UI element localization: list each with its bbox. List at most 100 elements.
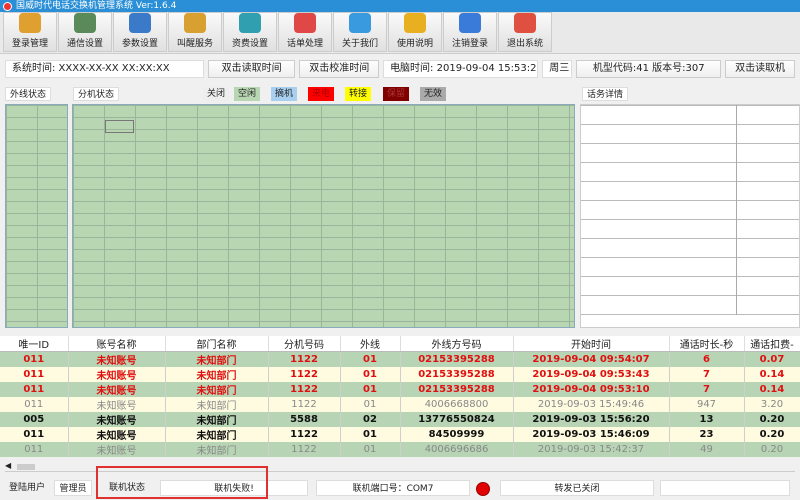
table-cell: 0.07 xyxy=(744,351,800,367)
toolbar-button-2[interactable]: 参数设置 xyxy=(113,12,167,52)
trunk-grid[interactable] xyxy=(5,104,68,328)
forward-status: 转发已关闭 xyxy=(500,480,654,496)
toolbar-label: 使用说明 xyxy=(396,39,433,49)
table-cell: 1122 xyxy=(268,397,341,412)
tab-extension-status[interactable]: 分机状态 xyxy=(73,87,120,101)
table-cell: 011 xyxy=(0,442,69,457)
table-cell: 01 xyxy=(340,382,401,397)
table-cell: 2019-09-03 15:49:46 xyxy=(513,397,670,412)
table-cell: 未知账号 xyxy=(68,382,166,397)
table-cell: 2019-09-04 09:53:10 xyxy=(513,382,670,397)
extension-grid[interactable] xyxy=(72,104,575,328)
column-header[interactable]: 外线 xyxy=(340,336,401,352)
bill-icon xyxy=(294,13,316,33)
toolbar-label: 参数设置 xyxy=(121,39,158,49)
read-model-button[interactable]: 双击读取机 xyxy=(725,60,796,78)
legend-4: 转接 xyxy=(345,87,372,101)
table-cell: 未知部门 xyxy=(165,442,269,457)
info-bar: 系统时间: XXXX-XX-XX XX:XX:XX 双击读取时间 双击校准时间 … xyxy=(0,58,800,80)
table-cell: 011 xyxy=(0,427,69,442)
table-cell: 23 xyxy=(669,427,745,442)
table-cell: 未知部门 xyxy=(165,367,269,382)
call-records-table: 唯一ID 账号名称 部门名称 分机号码 外线 外线方号码 开始时间 通话时长-秒 通话扣费- 01… xyxy=(0,336,800,457)
table-cell: 1122 xyxy=(268,351,341,367)
table-cell: 0.20 xyxy=(744,442,800,457)
toolbar-button-4[interactable]: 资费设置 xyxy=(223,12,277,52)
table-cell: 5588 xyxy=(268,412,341,427)
power-icon xyxy=(514,13,536,33)
toolbar-button-9[interactable]: 退出系统 xyxy=(498,12,552,52)
port: 联机端口号：COM7 xyxy=(316,480,470,496)
toolbar-button-7[interactable]: 使用说明 xyxy=(388,12,442,52)
column-header[interactable]: 通话时长-秒 xyxy=(669,336,745,352)
column-header[interactable]: 部门名称 xyxy=(165,336,269,352)
toolbar-button-5[interactable]: 话单处理 xyxy=(278,12,332,52)
table-cell: 0.20 xyxy=(744,412,800,427)
app-logo-icon xyxy=(3,2,12,11)
calibrate-time-button[interactable]: 双击校准时间 xyxy=(299,60,380,78)
toolbar-button-8[interactable]: 注销登录 xyxy=(443,12,497,52)
table-cell: 7 xyxy=(669,382,745,397)
call-detail-panel xyxy=(580,104,800,328)
legend-5: 保留 xyxy=(383,87,410,101)
table-cell: 2019-09-03 15:56:20 xyxy=(513,412,670,427)
table-cell: 1122 xyxy=(268,442,341,457)
monitor-gear-icon xyxy=(129,13,151,33)
table-row[interactable]: 011 未知账号 未知部门 1122 01 4006668800 2019-09-03 15… xyxy=(0,397,800,412)
toolbar-button-6[interactable]: 关于我们 xyxy=(333,12,387,52)
table-row[interactable]: 011 未知账号 未知部门 1122 01 02153395288 2019-09-04 0… xyxy=(0,367,800,382)
toolbar-button-0[interactable]: 登录管理 xyxy=(3,12,57,52)
table-cell: 未知账号 xyxy=(68,427,166,442)
scroll-left-icon[interactable]: ◀ xyxy=(5,461,11,470)
table-cell: 2019-09-04 09:53:43 xyxy=(513,367,670,382)
selected-cell[interactable] xyxy=(105,120,134,133)
tab-call-detail[interactable]: 话务详情 xyxy=(582,87,629,101)
table-cell: 49 xyxy=(669,442,745,457)
table-cell: 02153395288 xyxy=(400,382,514,397)
column-header[interactable]: 分机号码 xyxy=(268,336,341,352)
info-icon xyxy=(349,13,371,33)
table-cell: 7 xyxy=(669,367,745,382)
table-cell: 1122 xyxy=(268,367,341,382)
toolbar-button-3[interactable]: 叫醒服务 xyxy=(168,12,222,52)
table-cell: 未知账号 xyxy=(68,367,166,382)
logout-icon xyxy=(459,13,481,33)
table-cell: 02153395288 xyxy=(400,367,514,382)
column-header[interactable]: 账号名称 xyxy=(68,336,166,352)
table-cell: 6 xyxy=(669,351,745,367)
connection-indicator xyxy=(476,482,490,496)
column-header[interactable]: 唯一ID xyxy=(0,336,69,352)
table-cell: 01 xyxy=(340,351,401,367)
table-cell: 未知账号 xyxy=(68,397,166,412)
title-bar: 国威时代电话交换机管理系统 Ver:1.6.4 xyxy=(0,0,800,12)
table-row[interactable]: 011 未知账号 未知部门 1122 01 4006696686 2019-09-03 15… xyxy=(0,442,800,457)
table-cell: 2019-09-03 15:46:09 xyxy=(513,427,670,442)
table-cell: 13776550824 xyxy=(400,412,514,427)
login-user-label: 登陆用户 xyxy=(8,483,45,493)
table-row[interactable]: 011 未知账号 未知部门 1122 01 02153395288 2019-09-04 0… xyxy=(0,351,800,367)
tab-trunk-status[interactable]: 外线状态 xyxy=(5,87,52,101)
model-version[interactable]: 机型代码:41 版本号:307 xyxy=(576,60,722,78)
table-row[interactable]: 005 未知账号 未知部门 5588 02 13776550824 2019-09-03 1… xyxy=(0,412,800,427)
column-header[interactable]: 外线方号码 xyxy=(400,336,514,352)
table-row[interactable]: 011 未知账号 未知部门 1122 01 84509999 2019-09-03 15:4… xyxy=(0,427,800,442)
toolbar-label: 通信设置 xyxy=(66,39,103,49)
system-time: 系统时间: XXXX-XX-XX XX:XX:XX xyxy=(5,60,204,78)
table-row[interactable]: 011 未知账号 未知部门 1122 01 02153395288 2019-09-04 0… xyxy=(0,382,800,397)
legend-2: 摘机 xyxy=(271,87,298,101)
column-header[interactable]: 通话扣费- xyxy=(744,336,800,352)
table-cell: 1122 xyxy=(268,427,341,442)
column-header[interactable]: 开始时间 xyxy=(513,336,670,352)
toolbar-label: 关于我们 xyxy=(341,39,378,49)
table-cell: 1122 xyxy=(268,382,341,397)
table-cell: 84509999 xyxy=(400,427,514,442)
table-cell: 0.14 xyxy=(744,367,800,382)
table-cell: 未知部门 xyxy=(165,412,269,427)
toolbar-label: 叫醒服务 xyxy=(176,39,213,49)
highlight-box xyxy=(96,466,268,499)
toolbar-button-1[interactable]: 通信设置 xyxy=(58,12,112,52)
read-time-button[interactable]: 双击读取时间 xyxy=(207,60,296,78)
document-icon xyxy=(404,13,426,33)
table-cell: 2019-09-04 09:54:07 xyxy=(513,351,670,367)
table-cell: 4006668800 xyxy=(400,397,514,412)
